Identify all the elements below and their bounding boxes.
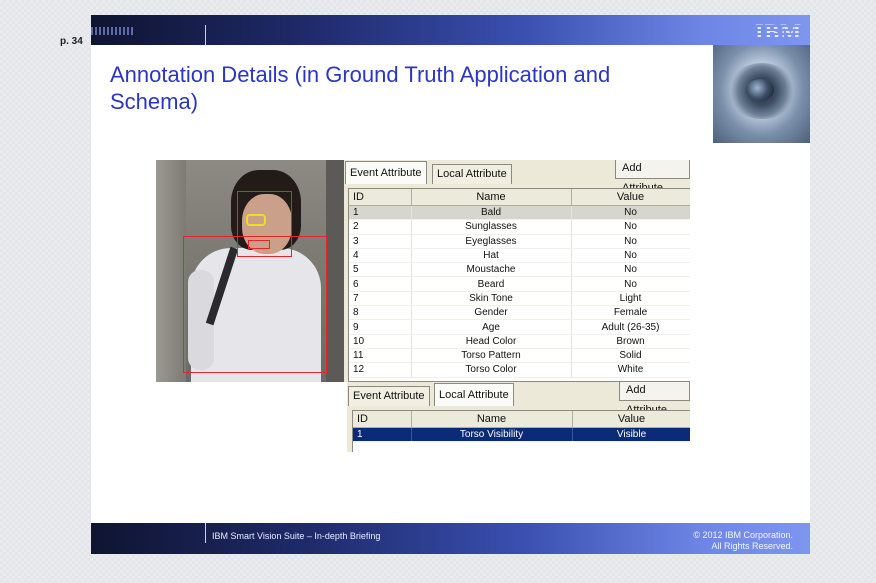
table-row[interactable]: 5 Moustache No (349, 262, 690, 278)
cell-name: Sunglasses (411, 219, 572, 235)
cell-name: Beard (411, 276, 572, 292)
tab-event-attribute[interactable]: Event Attribute (348, 386, 430, 406)
torso-bounding-box (183, 236, 327, 373)
table-row[interactable]: 10 Head Color Brown (349, 334, 690, 349)
column-header-value[interactable]: Value (572, 411, 690, 428)
cell-id: 2 (349, 219, 412, 235)
header-divider (205, 25, 206, 45)
cell-value: Light (571, 291, 690, 307)
cell-id: 12 (349, 362, 412, 378)
cell-value: No (571, 276, 690, 292)
cell-value: Visible (572, 427, 690, 443)
table-row[interactable]: 6 Beard No (349, 276, 690, 292)
table-row[interactable]: 3 Eyeglasses No (349, 234, 690, 249)
footer-band: IBM Smart Vision Suite – In-depth Briefi… (91, 523, 810, 554)
cell-id: 7 (349, 291, 412, 307)
column-header-value[interactable]: Value (571, 189, 690, 206)
event-attribute-table: ID Name Value 1 Bald No 2 Sunglasses No 3 Eye… (349, 189, 690, 378)
local-attribute-grid: ID Name Value 1 Torso Visibility Visible (352, 410, 690, 452)
table-row[interactable]: 11 Torso Pattern Solid (349, 348, 690, 364)
local-attribute-panel: Event Attribute Local Attribute Add Attr… (347, 382, 690, 452)
table-row[interactable]: 4 Hat No (349, 248, 690, 264)
cell-name: Torso Pattern (411, 348, 572, 364)
tab-local-attribute[interactable]: Local Attribute (434, 383, 514, 406)
cell-value: No (571, 248, 690, 264)
cell-value: Female (571, 305, 690, 321)
add-attribute-button[interactable]: Add Attribute (619, 382, 690, 416)
table-header-row: ID Name Value (353, 411, 690, 428)
copyright-line: © 2012 IBM Corporation. (693, 530, 793, 540)
footer-divider (205, 523, 206, 543)
rights-line: All Rights Reserved. (711, 541, 793, 551)
cell-id: 5 (349, 262, 412, 278)
local-attribute-table: ID Name Value 1 Torso Visibility Visible (353, 411, 690, 443)
event-attribute-panel: Event Attribute Local Attribute Add Attr… (344, 160, 690, 382)
cell-value: Solid (571, 348, 690, 364)
add-attribute-button[interactable]: Add Attribute (615, 160, 690, 194)
table-row[interactable]: 8 Gender Female (349, 305, 690, 321)
tab-local-attribute[interactable]: Local Attribute (432, 164, 512, 184)
cell-id: 10 (349, 334, 412, 349)
cell-value: No (571, 205, 690, 221)
cell-name: Eyeglasses (411, 234, 572, 249)
cell-name: Torso Visibility (411, 427, 573, 443)
table-row[interactable]: 2 Sunglasses No (349, 219, 690, 235)
ibm-logo: IBM (755, 19, 802, 44)
cell-name: Hat (411, 248, 572, 264)
cell-id: 1 (349, 205, 412, 221)
event-panel-tabs: Event Attribute Local Attribute Add Attr… (344, 160, 690, 194)
page-number: p. 34 (60, 36, 83, 47)
event-attribute-grid: ID Name Value 1 Bald No 2 Sunglasses No 3 Eye… (348, 188, 690, 382)
footer-copyright: © 2012 IBM Corporation. All Rights Reser… (693, 530, 793, 552)
table-row[interactable]: 1 Torso Visibility Visible (353, 427, 690, 443)
local-panel-tabs: Event Attribute Local Attribute Add Attr… (347, 382, 690, 416)
cell-name: Head Color (411, 334, 572, 349)
cell-name: Bald (411, 205, 572, 221)
cell-id: 11 (349, 348, 412, 364)
cell-name: Moustache (411, 262, 572, 278)
surveillance-photo (156, 160, 346, 382)
slide-title: Annotation Details (in Ground Truth Appl… (110, 62, 611, 114)
cell-id: 4 (349, 248, 412, 264)
cell-id: 8 (349, 305, 412, 321)
header-stripes (91, 27, 133, 35)
table-row[interactable]: 9 Age Adult (26-35) (349, 319, 690, 335)
column-header-name[interactable]: Name (411, 189, 572, 206)
cell-value: No (571, 219, 690, 235)
table-row[interactable]: 1 Bald No (349, 205, 690, 221)
cell-value: No (571, 234, 690, 249)
cell-id: 6 (349, 276, 412, 292)
photo-wall (156, 160, 186, 382)
table-header-row: ID Name Value (349, 189, 690, 206)
eye-pupil (746, 79, 774, 101)
slide: IBM Annotation Details (in Ground Truth … (91, 15, 810, 554)
table-row[interactable]: 7 Skin Tone Light (349, 291, 690, 307)
column-header-name[interactable]: Name (411, 411, 573, 428)
tab-event-attribute[interactable]: Event Attribute (345, 161, 427, 184)
footer-briefing-title: IBM Smart Vision Suite – In-depth Briefi… (212, 531, 381, 541)
column-header-id[interactable]: ID (349, 189, 412, 206)
cell-name: Skin Tone (411, 291, 572, 307)
header-band: IBM (91, 15, 810, 45)
cell-name: Gender (411, 305, 572, 321)
table-row[interactable]: 12 Torso Color White (349, 362, 690, 378)
cell-id: 1 (353, 427, 412, 443)
eye-icon (713, 45, 810, 143)
cell-value: White (571, 362, 690, 378)
cell-value: Brown (571, 334, 690, 349)
column-header-id[interactable]: ID (353, 411, 412, 428)
cell-name: Age (411, 319, 572, 335)
cell-id: 9 (349, 319, 412, 335)
photo-door (326, 160, 346, 382)
cell-name: Torso Color (411, 362, 572, 378)
cell-value: No (571, 262, 690, 278)
cell-value: Adult (26-35) (571, 319, 690, 335)
cell-id: 3 (349, 234, 412, 249)
